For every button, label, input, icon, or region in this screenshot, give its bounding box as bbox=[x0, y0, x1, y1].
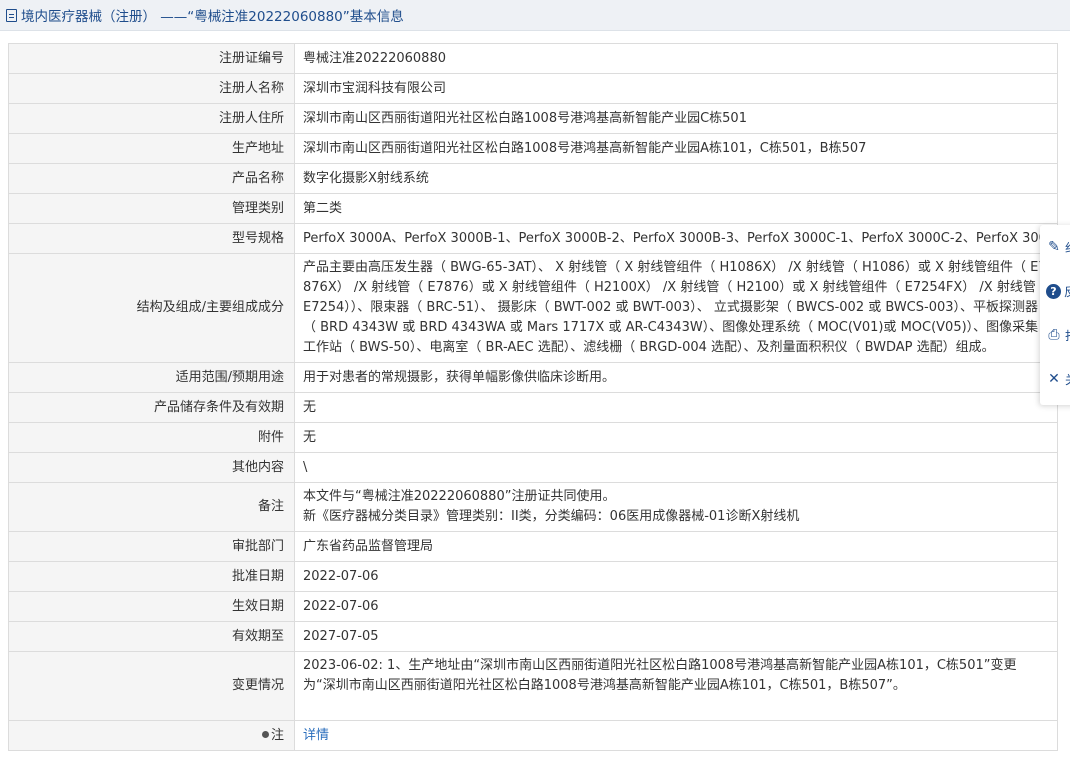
edit-icon: ✎ bbox=[1048, 239, 1060, 255]
table-row: 结构及组成/主要组成成分 产品主要由高压发生器（ BWG-65-3AT）、 X … bbox=[8, 253, 1058, 363]
row-value: 本文件与“粤械注准20222060880”注册证共同使用。 新《医疗器械分类目录… bbox=[294, 482, 1058, 532]
row-label: 产品储存条件及有效期 bbox=[8, 392, 295, 423]
floating-toolbar: ✎ 纠 ? 反 ⎙ 打 ✕ 关 bbox=[1040, 225, 1070, 405]
row-value: 详情 bbox=[294, 720, 1058, 751]
row-value: 深圳市南山区西丽街道阳光社区松白路1008号港鸿基高新智能产业园C栋501 bbox=[294, 103, 1058, 134]
row-value: 无 bbox=[294, 422, 1058, 453]
table-row: 型号规格 PerfoX 3000A、PerfoX 3000B-1、PerfoX … bbox=[8, 223, 1058, 254]
row-value: 无 bbox=[294, 392, 1058, 423]
row-value: 产品主要由高压发生器（ BWG-65-3AT）、 X 射线管（ X 射线管组件（… bbox=[294, 253, 1058, 363]
row-value: 用于对患者的常规摄影，获得单幅影像供临床诊断用。 bbox=[294, 362, 1058, 393]
table-row: 批准日期 2022-07-06 bbox=[8, 561, 1058, 592]
row-label: 注册人名称 bbox=[8, 73, 295, 104]
table-row: 注册人住所 深圳市南山区西丽街道阳光社区松白路1008号港鸿基高新智能产业园C栋… bbox=[8, 103, 1058, 134]
row-label: 管理类别 bbox=[8, 193, 295, 224]
table-row: 生效日期 2022-07-06 bbox=[8, 591, 1058, 622]
details-link[interactable]: 详情 bbox=[303, 728, 329, 743]
row-value: 2022-07-06 bbox=[294, 561, 1058, 592]
row-label: 附件 bbox=[8, 422, 295, 453]
table-row: 其他内容 \ bbox=[8, 452, 1058, 483]
basic-info-table: 注册证编号 粤械注准20222060880 注册人名称 深圳市宝润科技有限公司 … bbox=[8, 43, 1058, 751]
table-row: 适用范围/预期用途 用于对患者的常规摄影，获得单幅影像供临床诊断用。 bbox=[8, 362, 1058, 393]
row-value: 第二类 bbox=[294, 193, 1058, 224]
row-label: 型号规格 bbox=[8, 223, 295, 254]
print-icon: ⎙ bbox=[1048, 327, 1060, 343]
table-row: 管理类别 第二类 bbox=[8, 193, 1058, 224]
table-row: 备注 本文件与“粤械注准20222060880”注册证共同使用。 新《医疗器械分… bbox=[8, 482, 1058, 532]
page-title-bar: 境内医疗器械（注册） ——“粤械注准20222060880”基本信息 bbox=[0, 0, 1070, 31]
row-label: 注册证编号 bbox=[8, 43, 295, 74]
row-label: 结构及组成/主要组成成分 bbox=[8, 253, 295, 363]
row-label: 有效期至 bbox=[8, 621, 295, 652]
question-icon: ? bbox=[1046, 283, 1061, 299]
feedback-button[interactable]: ? 反 bbox=[1040, 269, 1070, 313]
row-value: 粤械注准20222060880 bbox=[294, 43, 1058, 74]
table-row: 生产地址 深圳市南山区西丽街道阳光社区松白路1008号港鸿基高新智能产业园A栋1… bbox=[8, 133, 1058, 164]
row-value: 2023-06-02: 1、生产地址由“深圳市南山区西丽街道阳光社区松白路100… bbox=[294, 651, 1058, 721]
close-button[interactable]: ✕ 关 bbox=[1040, 357, 1070, 401]
bulb-icon bbox=[261, 730, 269, 738]
table-row: 附件 无 bbox=[8, 422, 1058, 453]
close-label: 关 bbox=[1065, 371, 1070, 388]
close-icon: ✕ bbox=[1048, 371, 1060, 387]
row-value: 2022-07-06 bbox=[294, 591, 1058, 622]
table-row: 审批部门 广东省药品监督管理局 bbox=[8, 531, 1058, 562]
row-label: 适用范围/预期用途 bbox=[8, 362, 295, 393]
remark-line: 本文件与“粤械注准20222060880”注册证共同使用。 bbox=[303, 489, 616, 504]
table-row: 注 详情 bbox=[8, 720, 1058, 751]
print-button[interactable]: ⎙ 打 bbox=[1040, 313, 1070, 357]
table-row: 注册证编号 粤械注准20222060880 bbox=[8, 43, 1058, 74]
row-value: 数字化摄影X射线系统 bbox=[294, 163, 1058, 194]
table-row: 变更情况 2023-06-02: 1、生产地址由“深圳市南山区西丽街道阳光社区松… bbox=[8, 651, 1058, 721]
table-row: 注册人名称 深圳市宝润科技有限公司 bbox=[8, 73, 1058, 104]
row-label: 生产地址 bbox=[8, 133, 295, 164]
row-label: 注册人住所 bbox=[8, 103, 295, 134]
row-label: 产品名称 bbox=[8, 163, 295, 194]
row-value: 2027-07-05 bbox=[294, 621, 1058, 652]
row-value: \ bbox=[294, 452, 1058, 483]
table-row: 产品名称 数字化摄影X射线系统 bbox=[8, 163, 1058, 194]
row-label: 生效日期 bbox=[8, 591, 295, 622]
page-title: 境内医疗器械（注册） ——“粤械注准20222060880”基本信息 bbox=[21, 9, 404, 25]
row-value: 深圳市宝润科技有限公司 bbox=[294, 73, 1058, 104]
feedback-label: 反 bbox=[1064, 283, 1070, 300]
row-label: 其他内容 bbox=[8, 452, 295, 483]
document-icon bbox=[6, 8, 17, 22]
table-row: 产品储存条件及有效期 无 bbox=[8, 392, 1058, 423]
row-label: 备注 bbox=[8, 482, 295, 532]
row-value: 深圳市南山区西丽街道阳光社区松白路1008号港鸿基高新智能产业园A栋101，C栋… bbox=[294, 133, 1058, 164]
row-value: PerfoX 3000A、PerfoX 3000B-1、PerfoX 3000B… bbox=[294, 223, 1058, 254]
note-label: 注 bbox=[8, 720, 295, 751]
print-label: 打 bbox=[1065, 327, 1070, 344]
table-row: 有效期至 2027-07-05 bbox=[8, 621, 1058, 652]
correction-label: 纠 bbox=[1065, 239, 1070, 256]
correction-button[interactable]: ✎ 纠 bbox=[1040, 225, 1070, 269]
row-label: 审批部门 bbox=[8, 531, 295, 562]
remark-line: 新《医疗器械分类目录》管理类别：II类，分类编码：06医用成像器械-01诊断X射… bbox=[303, 509, 800, 524]
row-label: 批准日期 bbox=[8, 561, 295, 592]
row-value: 广东省药品监督管理局 bbox=[294, 531, 1058, 562]
row-label: 变更情况 bbox=[8, 651, 295, 721]
